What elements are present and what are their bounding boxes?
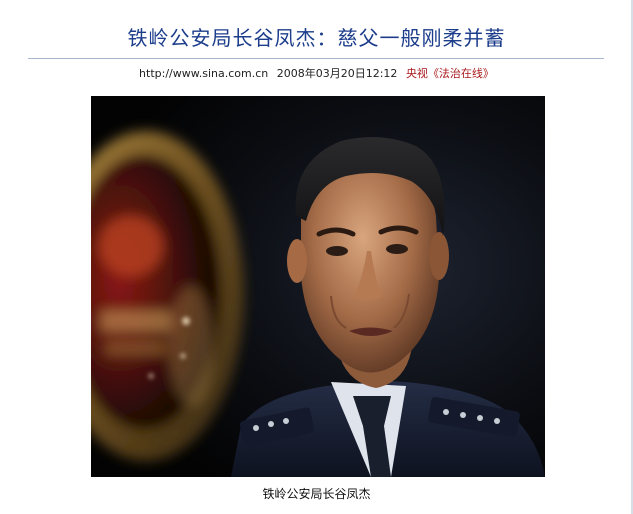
article-photo — [91, 96, 545, 477]
photo-caption: 铁岭公安局长谷凤杰 — [262, 487, 371, 501]
publish-date: 2008年03月20日12:12 — [276, 67, 398, 80]
headline-divider — [28, 58, 604, 59]
article-meta: http://www.sina.com.cn 2008年03月20日12:12 … — [0, 66, 633, 82]
source-url: http://www.sina.com.cn — [139, 67, 269, 80]
photo-illustration — [91, 96, 545, 477]
source-name: 央视 — [405, 67, 428, 80]
source-program-link[interactable]: 《法治在线》 — [428, 67, 494, 80]
article-headline: 铁岭公安局长谷凤杰：慈父一般刚柔并蓄 — [127, 26, 506, 50]
article-page: 铁岭公安局长谷凤杰：慈父一般刚柔并蓄 http://www.sina.com.c… — [0, 0, 633, 514]
